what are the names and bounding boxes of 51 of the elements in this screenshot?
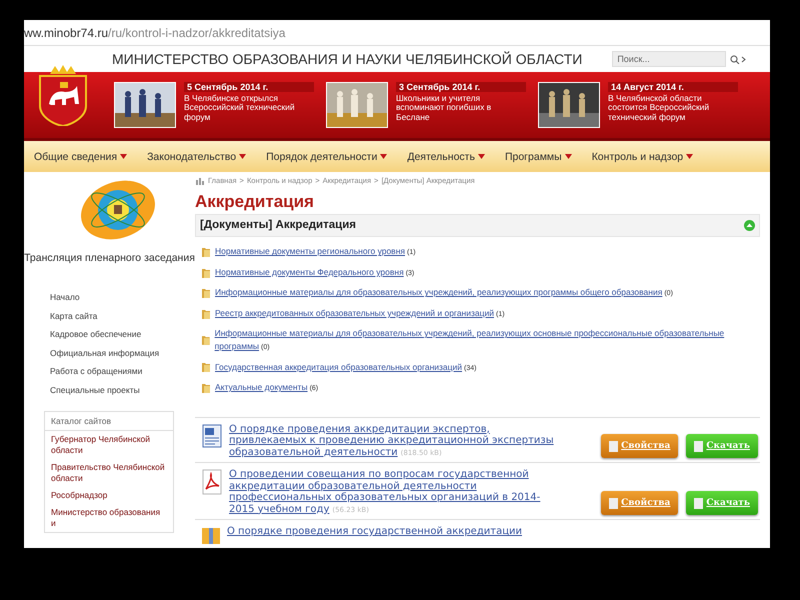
catalog-link[interactable]: Правительство Челябинской области bbox=[45, 459, 173, 488]
sidebar-link[interactable]: Карта сайта bbox=[50, 310, 195, 320]
section-title: [Документы] Аккредитация bbox=[200, 219, 356, 232]
catalog-link[interactable]: Губернатор Челябинской области bbox=[45, 431, 173, 460]
document-icon bbox=[609, 440, 618, 452]
site-title: МИНИСТЕРСТВО ОБРАЗОВАНИЯ И НАУКИ ЧЕЛЯБИНСКОЙ ОБЛАСТИ bbox=[112, 51, 582, 67]
news-date: 5 Сентябрь 2014 г. bbox=[184, 82, 314, 92]
sidebar-link[interactable]: Кадровое обеспечение bbox=[50, 329, 195, 339]
nav-menu-item[interactable]: Общие сведения bbox=[34, 150, 128, 162]
nav-menu-item[interactable]: Программы bbox=[504, 150, 572, 162]
collapse-icon[interactable] bbox=[744, 220, 755, 231]
catalog-link[interactable]: Рособрнадзор bbox=[45, 487, 173, 504]
folder-icon bbox=[201, 361, 211, 374]
caret-icon bbox=[686, 154, 694, 159]
caret-icon bbox=[120, 154, 128, 159]
caret-icon bbox=[380, 154, 388, 159]
sidebar-link[interactable]: Работа с обращениями bbox=[50, 366, 195, 376]
caret-icon bbox=[478, 154, 485, 159]
news-link[interactable]: В Челябинске открылся Всероссийский технический форум bbox=[184, 94, 314, 122]
nav-menu-item[interactable]: Контроль и надзор bbox=[592, 150, 694, 162]
folder-icon bbox=[201, 266, 211, 278]
broadcast-link[interactable]: Трансляция пленарного заседания bbox=[24, 252, 195, 264]
pdf-document-icon bbox=[201, 469, 223, 495]
page-title: Аккредитация bbox=[195, 192, 315, 212]
folder-icon bbox=[201, 382, 211, 394]
nav-menu-item[interactable]: Порядок деятельности bbox=[266, 150, 388, 162]
sidebar-link[interactable]: Официальная информация bbox=[50, 348, 195, 358]
nav-menu-item[interactable]: Деятельность bbox=[407, 150, 485, 162]
document-link[interactable]: О порядке проведения государственной аккредитации bbox=[227, 526, 557, 544]
folder-icon bbox=[201, 308, 211, 320]
caret-icon bbox=[564, 154, 572, 159]
news-date: 3 Сентябрь 2014 г. bbox=[396, 82, 526, 92]
news-link[interactable]: В Челябинской области состоится Всероссийский технический форум bbox=[608, 94, 738, 122]
document-icon bbox=[609, 498, 618, 508]
home-icon bbox=[195, 176, 205, 185]
search-field[interactable]: Поиск... bbox=[612, 51, 726, 67]
folder-icon bbox=[201, 287, 211, 299]
news-date: 14 Август 2014 г. bbox=[608, 82, 738, 92]
url-text[interactable]: ww.minobr74.ru/ru/kontrol-i-nadzor/akkreditatsiya bbox=[24, 26, 286, 40]
catalog-link[interactable]: Министерство образования и bbox=[45, 504, 173, 532]
search-icon[interactable] bbox=[730, 54, 746, 64]
folder-icon bbox=[201, 246, 211, 258]
folder-icon bbox=[201, 334, 211, 346]
nav-menu-item[interactable]: Законодательство bbox=[147, 150, 246, 162]
sidebar-link[interactable]: Специальные проекты bbox=[50, 384, 195, 394]
word-document-icon bbox=[201, 424, 223, 448]
archive-icon bbox=[201, 526, 221, 544]
catalog-title: Каталог сайтов bbox=[45, 412, 173, 431]
news-link[interactable]: Школьники и учителя вспоминают погибших в Беслане bbox=[396, 94, 526, 122]
caret-icon bbox=[239, 154, 246, 159]
sidebar-link[interactable]: Начало bbox=[50, 292, 195, 302]
